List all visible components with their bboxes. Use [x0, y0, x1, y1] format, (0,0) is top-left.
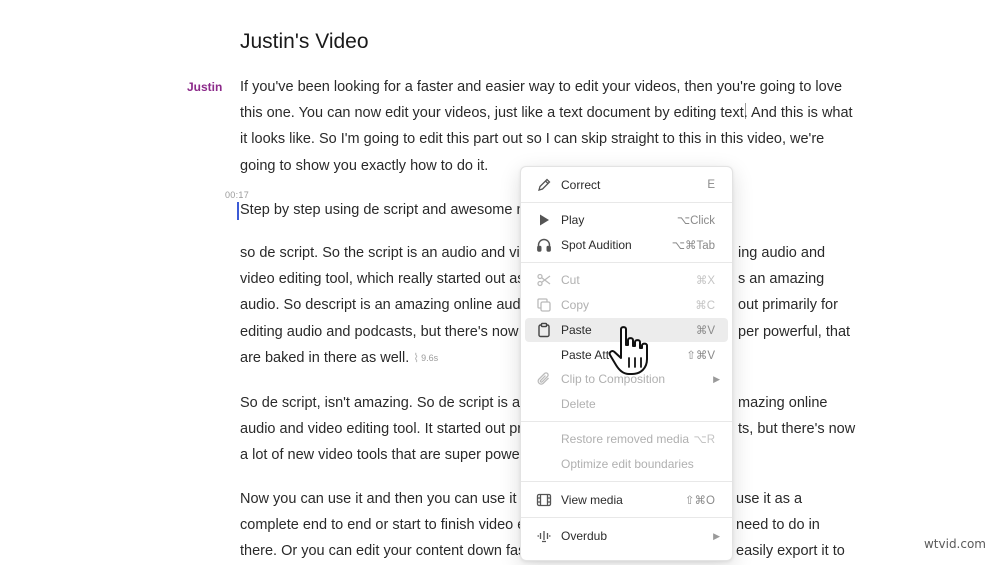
watermark: wtvid.com — [923, 537, 986, 551]
menu-separator — [521, 517, 732, 518]
menu-item-shortcut: ⌥R — [693, 434, 715, 446]
gap-duration-label: 9.6s — [421, 352, 439, 363]
transcript-paragraph-4-right[interactable]: mazing online ts, but there's now — [738, 390, 878, 442]
transcript-line: out primarily for — [738, 297, 838, 314]
menu-item-label: View media — [561, 493, 623, 507]
menu-item-label: Cut — [561, 273, 580, 287]
menu-icon-spacer — [535, 395, 553, 413]
transcript-line: use it as a — [736, 491, 803, 507]
speaker-label[interactable]: Justin — [187, 80, 222, 94]
transcript-line: mazing online — [738, 395, 828, 411]
transcript-line: ts, but there's now — [738, 421, 856, 438]
gap-marker-icon: ⌇ — [413, 350, 420, 365]
menu-item-delete[interactable]: Delete — [525, 392, 728, 416]
transcript-line: need to do in — [736, 517, 820, 534]
transcript-line: per powerful, that — [738, 323, 851, 340]
transcript-paragraph-1[interactable]: If you've been looking for a faster and … — [240, 74, 860, 179]
hand-pointer-icon — [608, 326, 648, 375]
menu-separator — [521, 202, 732, 203]
headphones-icon — [535, 236, 553, 254]
menu-item-view-media[interactable]: View media ⇧⌘O — [525, 488, 728, 512]
menu-item-label: Play — [561, 213, 585, 227]
menu-item-copy[interactable]: Copy ⌘C — [525, 293, 728, 317]
pencil-icon — [535, 176, 553, 194]
menu-separator — [521, 481, 732, 482]
playhead-cursor[interactable] — [237, 202, 239, 220]
menu-item-shortcut: ⌘V — [695, 325, 715, 337]
transcript-paragraph-5-right[interactable]: use it as a need to do in easily export … — [736, 486, 876, 565]
menu-item-label: Optimize edit boundaries — [561, 457, 694, 471]
menu-item-shortcut: ⌘X — [695, 275, 715, 287]
chevron-right-icon: ▶ — [713, 373, 720, 384]
transcript-line: easily export it to — [736, 543, 845, 560]
menu-item-shortcut: E — [707, 179, 715, 191]
overdub-icon — [535, 527, 553, 545]
menu-item-label: Restore removed media — [561, 432, 690, 446]
film-icon — [535, 491, 553, 509]
menu-item-shortcut: ⌥⌘Tab — [671, 240, 715, 252]
chevron-right-icon: ▶ — [713, 530, 720, 541]
menu-separator — [521, 262, 732, 263]
menu-item-shortcut: ⌘C — [695, 300, 715, 312]
menu-item-label: Overdub — [561, 529, 608, 543]
menu-item-restore-removed-media[interactable]: Restore removed media ⌥R — [525, 427, 728, 451]
menu-icon-spacer — [535, 455, 553, 473]
menu-item-cut[interactable]: Cut ⌘X — [525, 268, 728, 292]
menu-item-overdub[interactable]: Overdub ▶ — [525, 524, 728, 548]
menu-icon-spacer — [535, 430, 553, 448]
menu-item-shortcut: ⇧⌘V — [686, 350, 715, 362]
menu-icon-spacer — [535, 346, 553, 364]
menu-item-label: Correct — [561, 178, 601, 192]
menu-item-label: Copy — [561, 298, 590, 312]
scissors-icon — [535, 271, 553, 289]
transcript-line: ing audio and — [738, 245, 826, 261]
menu-item-label: Delete — [561, 397, 596, 411]
transcript-line: s an amazing — [738, 271, 825, 288]
menu-item-shortcut: ⇧⌘O — [684, 495, 715, 507]
paperclip-icon — [535, 370, 553, 388]
transcript-line-text: are baked in there as well. — [240, 349, 410, 366]
menu-item-spot-audition[interactable]: Spot Audition ⌥⌘Tab — [525, 233, 728, 257]
transcript-paragraph-3-right[interactable]: ing audio and s an amazing out primarily… — [738, 240, 878, 345]
copy-icon — [535, 296, 553, 314]
menu-item-shortcut: ⌥Click — [676, 215, 715, 227]
document-title: Justin's Video — [240, 30, 369, 53]
menu-item-play[interactable]: Play ⌥Click — [525, 208, 728, 232]
menu-item-label: Spot Audition — [561, 238, 632, 252]
clipboard-icon — [535, 321, 553, 339]
menu-separator — [521, 421, 732, 422]
menu-item-correct[interactable]: Correct E — [525, 173, 728, 197]
play-icon — [535, 211, 553, 229]
menu-item-optimize-edit-boundaries[interactable]: Optimize edit boundaries — [525, 452, 728, 476]
